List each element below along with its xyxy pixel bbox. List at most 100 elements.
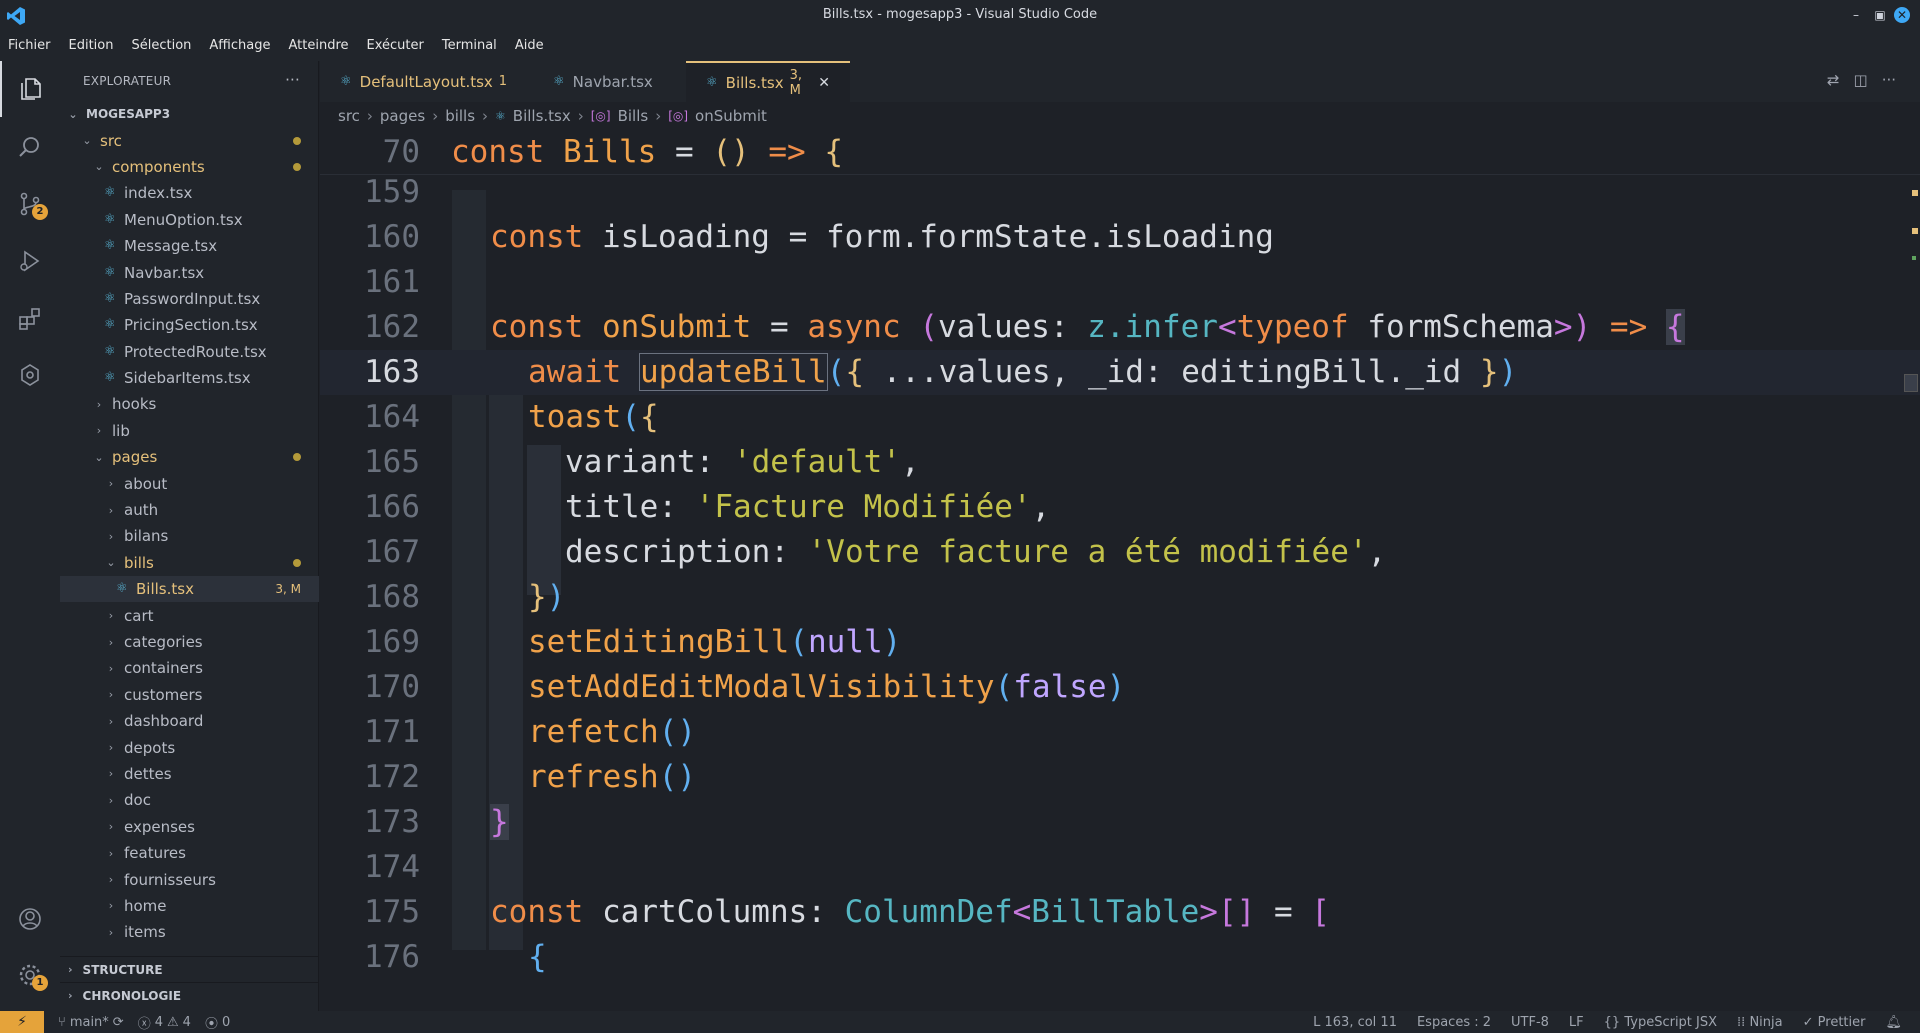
tree-folder[interactable]: › fournisseurs: [60, 866, 319, 892]
tree-folder[interactable]: › items: [60, 919, 319, 945]
tab-bills[interactable]: ⚛ Bills.tsx 3, M ✕: [686, 61, 850, 102]
tree-folder[interactable]: › customers: [60, 682, 319, 708]
menu-executer[interactable]: Exécuter: [358, 31, 433, 61]
bell-icon[interactable]: 🔔︎: [1885, 1015, 1902, 1030]
explorer-activity[interactable]: [0, 61, 60, 117]
tree-item-label: expenses: [124, 817, 195, 836]
language-mode[interactable]: {} TypeScript JSX: [1604, 1015, 1717, 1030]
run-debug-activity[interactable]: [0, 233, 60, 289]
breadcrumb-item[interactable]: src: [338, 107, 360, 125]
breadcrumb-item[interactable]: Bills.tsx: [513, 107, 571, 125]
more-actions-icon[interactable]: ···: [285, 71, 300, 89]
tree-folder[interactable]: › lib: [60, 418, 319, 444]
tree-file[interactable]: ⚛ SidebarItems.tsx: [60, 365, 319, 391]
menu-atteindre[interactable]: Atteindre: [279, 31, 357, 61]
tree-folder[interactable]: ⌄ bills: [60, 550, 319, 576]
menu-fichier[interactable]: Fichier: [0, 31, 60, 61]
tree-file[interactable]: ⚛ Message.tsx: [60, 233, 319, 259]
sync-icon: ⟳: [112, 1014, 124, 1030]
minimize-button[interactable]: –: [1848, 7, 1864, 23]
structure-section[interactable]: › STRUCTURE: [60, 956, 319, 982]
tab-defaultlayout[interactable]: ⚛ DefaultLayout.tsx 1: [320, 61, 533, 102]
tree-file[interactable]: ⚛ Navbar.tsx: [60, 259, 319, 285]
code-line: 164 toast({: [320, 395, 1920, 440]
close-icon[interactable]: ✕: [818, 75, 830, 91]
tree-folder[interactable]: › dettes: [60, 761, 319, 787]
indentation[interactable]: Espaces : 2: [1417, 1015, 1491, 1030]
tree-folder[interactable]: › expenses: [60, 814, 319, 840]
problems-indicator[interactable]: ⓧ 4 ⚠ 4: [138, 1013, 191, 1032]
react-file-icon: ⚛: [553, 74, 565, 89]
branch-indicator[interactable]: ⑂ main* ⟳: [58, 1015, 124, 1030]
tree-folder[interactable]: › categories: [60, 629, 319, 655]
accounts-activity[interactable]: [0, 891, 60, 947]
tree-file[interactable]: ⚛ PricingSection.tsx: [60, 312, 319, 338]
tree-folder[interactable]: › depots: [60, 734, 319, 760]
maximize-button[interactable]: ▣: [1872, 7, 1888, 23]
menu-selection[interactable]: Sélection: [122, 31, 200, 61]
open-changes-icon[interactable]: ⇄: [1827, 71, 1840, 89]
ninja-indicator[interactable]: ⁞⁞ Ninja: [1737, 1015, 1783, 1030]
tree-item-label: lib: [112, 421, 130, 440]
prettier-indicator[interactable]: ✓ Prettier: [1803, 1015, 1866, 1030]
extensions-activity[interactable]: [0, 291, 60, 347]
tree-file[interactable]: ⚛ ProtectedRoute.tsx: [60, 339, 319, 365]
tree-file[interactable]: ⚛ MenuOption.tsx: [60, 207, 319, 233]
tree-item-label: index.tsx: [124, 184, 193, 203]
tree-folder[interactable]: ⌄ pages: [60, 444, 319, 470]
tree-folder[interactable]: › home: [60, 893, 319, 919]
tree-folder[interactable]: › bilans: [60, 523, 319, 549]
breadcrumb-item[interactable]: Bills: [618, 107, 649, 125]
menu-terminal[interactable]: Terminal: [433, 31, 506, 61]
ports-indicator[interactable]: ⦿ 0: [205, 1013, 230, 1032]
manage-activity[interactable]: 1: [0, 947, 60, 1003]
explorer-header: EXPLORATEUR ···: [60, 61, 318, 101]
menu-affichage[interactable]: Affichage: [200, 31, 279, 61]
workspace-root[interactable]: ⌄ MOGESAPP3: [60, 101, 319, 127]
code-editor[interactable]: 70 const Bills = () => { 159 160 const i…: [320, 130, 1920, 1011]
tree-folder[interactable]: ⌄ components: [60, 154, 319, 180]
tree-item-label: ProtectedRoute.tsx: [124, 342, 267, 361]
close-window-button[interactable]: ✕: [1894, 7, 1910, 23]
source-control-activity[interactable]: 2: [0, 176, 60, 232]
token: []: [1217, 894, 1256, 930]
menu-aide[interactable]: Aide: [506, 31, 553, 61]
tree-file[interactable]: ⚛ Bills.tsx 3, M: [60, 576, 319, 603]
tree-item-label: SidebarItems.tsx: [124, 369, 251, 388]
chronologie-section[interactable]: › CHRONOLOGIE: [60, 982, 319, 1008]
tree-folder[interactable]: ⌄ src: [60, 127, 319, 153]
tree-folder[interactable]: › auth: [60, 497, 319, 523]
tree-folder[interactable]: › features: [60, 840, 319, 866]
breadcrumb-item[interactable]: bills: [445, 107, 475, 125]
more-actions-icon[interactable]: ···: [1882, 71, 1896, 89]
tree-file[interactable]: ⚛ PasswordInput.tsx: [60, 286, 319, 312]
gitlens-activity[interactable]: [0, 347, 60, 403]
breadcrumb-item[interactable]: onSubmit: [695, 107, 767, 125]
tab-navbar[interactable]: ⚛ Navbar.tsx: [533, 61, 686, 102]
split-editor-icon[interactable]: ◫: [1854, 71, 1868, 89]
tree-item-label: depots: [124, 738, 176, 757]
end-of-line[interactable]: LF: [1569, 1015, 1584, 1030]
breadcrumb-item[interactable]: pages: [380, 107, 425, 125]
menu-edition[interactable]: Edition: [60, 31, 123, 61]
tab-label: Navbar.tsx: [572, 72, 653, 91]
token: variant: [565, 444, 696, 480]
search-activity[interactable]: [0, 119, 60, 175]
search-icon: [19, 137, 39, 157]
chevron-right-icon: ›: [108, 873, 114, 887]
chevron-down-icon: ⌄: [68, 107, 78, 121]
tree-folder[interactable]: › about: [60, 470, 319, 496]
tree-folder[interactable]: › doc: [60, 787, 319, 813]
status-bar: ⚡ ⑂ main* ⟳ ⓧ 4 ⚠ 4 ⦿ 0 L 163, col 11 Es…: [0, 1011, 1920, 1033]
tree-folder[interactable]: › cart: [60, 602, 319, 628]
tree-folder[interactable]: › containers: [60, 655, 319, 681]
tree-file[interactable]: ⚛ index.tsx: [60, 180, 319, 206]
sticky-scroll-header[interactable]: 70 const Bills = () => {: [320, 130, 1920, 175]
scrollbar-thumb[interactable]: [1904, 374, 1918, 392]
remote-indicator-icon[interactable]: ⚡: [0, 1011, 44, 1033]
cursor-position[interactable]: L 163, col 11: [1313, 1015, 1397, 1030]
tree-folder[interactable]: › hooks: [60, 391, 319, 417]
tree-item-label: PasswordInput.tsx: [124, 289, 261, 308]
tree-folder[interactable]: › dashboard: [60, 708, 319, 734]
encoding[interactable]: UTF-8: [1511, 1015, 1549, 1030]
